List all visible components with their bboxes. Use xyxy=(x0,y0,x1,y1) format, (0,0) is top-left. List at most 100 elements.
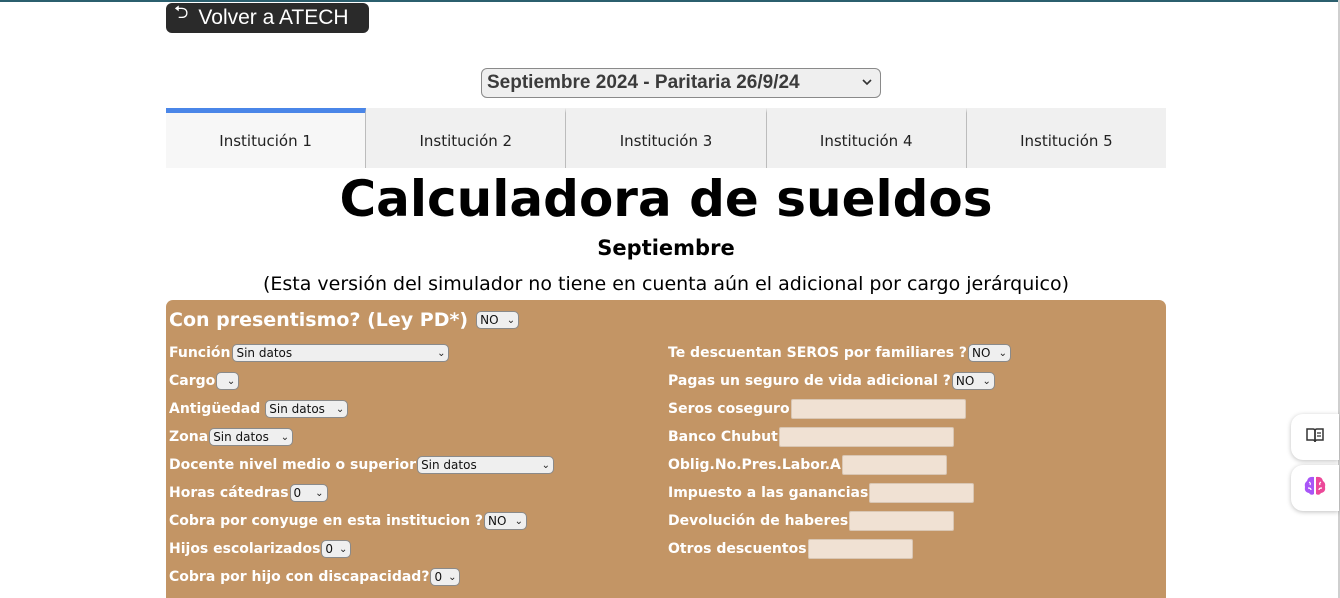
seguro-vida-row: Pagas un seguro de vida adicional ? NO ⌄ xyxy=(668,371,995,391)
period-select-value: Septiembre 2024 - Paritaria 26/9/24 xyxy=(487,72,800,93)
otros-descuentos-row: Otros descuentos xyxy=(668,539,913,559)
book-icon xyxy=(1305,426,1325,448)
seros-coseguro-row: Seros coseguro xyxy=(668,399,966,419)
select-value: Sin datos xyxy=(213,430,269,444)
seros-familiares-select[interactable]: NO ⌄ xyxy=(968,344,1012,362)
funcion-row: Función Sin datos ⌄ xyxy=(169,343,450,363)
brain-icon xyxy=(1302,474,1328,502)
field-label: Impuesto a las ganancias xyxy=(668,485,869,501)
horas-catedras-row: Horas cátedras 0 ⌄ xyxy=(169,483,328,503)
hijo-discapacidad-row: Cobra por hijo con discapacidad? 0 ⌄ xyxy=(169,567,461,587)
institution-tabs: Institución 1 Institución 2 Institución … xyxy=(166,108,1167,168)
hijos-escolarizados-select[interactable]: 0 ⌄ xyxy=(321,540,352,558)
chevron-down-icon: ⌄ xyxy=(506,314,516,326)
period-select[interactable]: Septiembre 2024 - Paritaria 26/9/24 xyxy=(481,68,881,98)
zona-select[interactable]: Sin datos ⌄ xyxy=(209,428,294,446)
cargo-row: Cargo ⌄ xyxy=(169,371,240,391)
field-label: Cobra por conyuge en esta institucion ? xyxy=(169,513,484,529)
field-label: Cargo xyxy=(169,373,216,389)
select-value: 0 xyxy=(434,570,443,584)
antiguedad-select[interactable]: Sin datos ⌄ xyxy=(265,400,349,418)
select-value: NO xyxy=(955,374,975,388)
page-title: Calculadora de sueldos xyxy=(339,170,993,228)
docente-nivel-select[interactable]: Sin datos ⌄ xyxy=(417,456,555,474)
ai-assistant-button[interactable] xyxy=(1291,465,1339,511)
chevron-down-icon: ⌄ xyxy=(315,487,324,499)
seros-familiares-row: Te descuentan SEROS por familiares ? NO ⌄ xyxy=(668,343,1012,363)
chevron-down-icon: ⌄ xyxy=(448,571,457,583)
tab-institution-4[interactable]: Institución 4 xyxy=(766,108,967,168)
tab-institution-5[interactable]: Institución 5 xyxy=(966,108,1167,168)
field-label: Oblig.No.Pres.Labor.A xyxy=(668,457,841,473)
presentismo-label: Con presentismo? (Ley PD*) xyxy=(169,309,469,331)
antiguedad-row: Antigüedad Sin datos ⌄ xyxy=(169,399,349,419)
field-label: Pagas un seguro de vida adicional ? xyxy=(668,373,951,389)
tab-label: Institución 3 xyxy=(619,131,713,150)
tab-institution-2[interactable]: Institución 2 xyxy=(366,108,567,168)
field-label: Banco Chubut xyxy=(668,429,778,445)
chevron-down-icon: ⌄ xyxy=(982,375,991,387)
chevron-down-icon: ⌄ xyxy=(339,543,348,555)
banco-chubut-row: Banco Chubut xyxy=(668,427,954,447)
field-label: Otros descuentos xyxy=(668,541,807,557)
select-value: NO xyxy=(488,514,507,528)
devolucion-haberes-input[interactable] xyxy=(849,511,955,531)
hijos-escolarizados-row: Hijos escolarizados 0 ⌄ xyxy=(169,539,352,559)
undo-arrow-icon: ⮌ xyxy=(174,2,189,22)
oblig-no-pres-input[interactable] xyxy=(841,455,947,475)
presentismo-select[interactable]: NO ⌄ xyxy=(476,311,520,329)
field-label: Zona xyxy=(169,429,209,445)
seros-coseguro-input[interactable] xyxy=(790,399,966,419)
tab-label: Institución 4 xyxy=(819,131,913,150)
cargo-select[interactable]: ⌄ xyxy=(216,372,240,390)
devolucion-haberes-row: Devolución de haberes xyxy=(668,511,955,531)
back-to-atech-button[interactable]: ⮌ Volver a ATECH xyxy=(166,2,369,33)
field-label: Docente nivel medio o superior xyxy=(169,457,417,473)
field-label: Hijos escolarizados xyxy=(169,541,321,557)
chevron-down-icon: ⌄ xyxy=(335,403,345,415)
conyuge-select[interactable]: NO ⌄ xyxy=(484,512,528,530)
chevron-down-icon: ⌄ xyxy=(514,515,524,527)
seguro-vida-select[interactable]: NO ⌄ xyxy=(951,372,995,390)
tab-label: Institución 1 xyxy=(219,131,312,150)
tab-label: Institución 5 xyxy=(1020,131,1113,150)
field-label: Te descuentan SEROS por familiares ? xyxy=(668,345,968,361)
field-label: Devolución de haberes xyxy=(668,513,849,529)
calculator-form: Con presentismo? (Ley PD*) NO ⌄ Función S… xyxy=(166,300,1166,598)
tab-institution-1[interactable]: Institución 1 xyxy=(166,108,367,168)
banco-chubut-input[interactable] xyxy=(778,427,954,447)
reader-button[interactable] xyxy=(1291,414,1339,460)
select-value: Sin datos xyxy=(421,458,477,472)
version-note: (Esta versión del simulador no tiene en … xyxy=(262,273,1070,295)
tab-label: Institución 2 xyxy=(419,131,513,150)
chevron-down-icon xyxy=(861,76,873,91)
chevron-down-icon: ⌄ xyxy=(226,375,236,387)
select-value: NO xyxy=(972,346,991,360)
horas-catedras-select[interactable]: 0 ⌄ xyxy=(289,484,328,502)
field-label: Horas cátedras xyxy=(169,485,289,501)
back-button-label: Volver a ATECH xyxy=(198,6,349,29)
hijo-discapacidad-select[interactable]: 0 ⌄ xyxy=(430,568,461,586)
ganancias-input[interactable] xyxy=(869,483,975,503)
chevron-down-icon: ⌄ xyxy=(437,347,446,359)
tab-institution-3[interactable]: Institución 3 xyxy=(566,108,767,168)
select-value: NO xyxy=(480,313,499,327)
select-value: 0 xyxy=(325,542,334,556)
ganancias-row: Impuesto a las ganancias xyxy=(668,483,975,503)
otros-descuentos-input[interactable] xyxy=(807,539,913,559)
funcion-select[interactable]: Sin datos ⌄ xyxy=(232,344,450,362)
presentismo-row: Con presentismo? (Ley PD*) NO ⌄ xyxy=(169,309,520,331)
oblig-no-pres-row: Oblig.No.Pres.Labor.A xyxy=(668,455,947,475)
field-label: Seros coseguro xyxy=(668,401,790,417)
docente-nivel-row: Docente nivel medio o superior Sin datos… xyxy=(169,455,555,475)
field-label: Antigüedad xyxy=(169,401,261,417)
page-subtitle: Septiembre xyxy=(597,236,735,260)
select-value: Sin datos xyxy=(269,402,325,416)
zona-row: Zona Sin datos ⌄ xyxy=(169,427,294,447)
field-label: Función xyxy=(169,345,231,361)
select-value: Sin datos xyxy=(236,346,293,360)
top-border xyxy=(0,0,1340,2)
select-value: 0 xyxy=(293,486,302,500)
chevron-down-icon: ⌄ xyxy=(541,459,551,471)
chevron-down-icon: ⌄ xyxy=(280,431,290,443)
